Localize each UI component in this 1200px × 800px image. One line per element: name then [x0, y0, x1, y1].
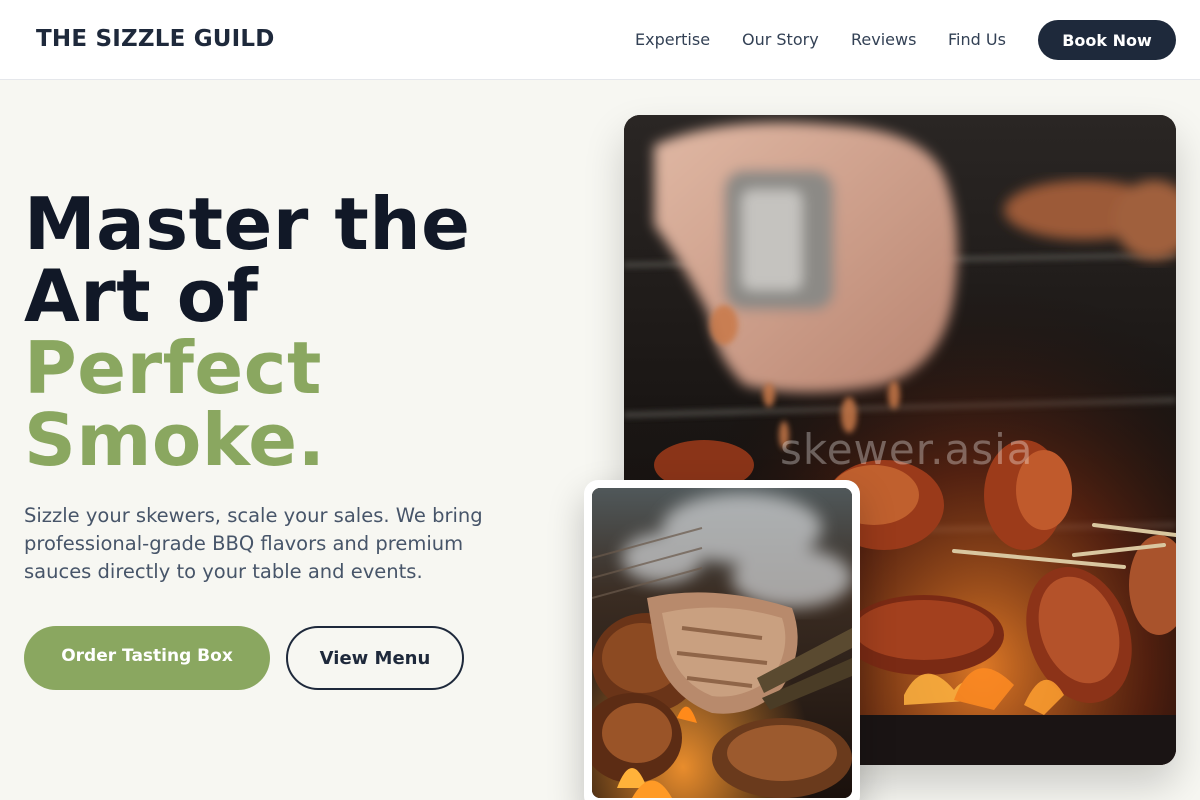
- hero-headline: Master the Art of Perfect Smoke.: [24, 188, 470, 476]
- order-tasting-box-button[interactable]: Order Tasting Box: [24, 626, 270, 690]
- image-watermark: skewer.asia: [780, 425, 1034, 474]
- grilled-steak-photo: [592, 488, 852, 798]
- hero-inset-image: [584, 480, 860, 800]
- nav-link-reviews[interactable]: Reviews: [851, 30, 916, 49]
- site-header: THE SIZZLE GUILD Expertise Our Story Rev…: [0, 0, 1200, 80]
- headline-line-1: Master the: [24, 182, 471, 266]
- inset-image-frame: [592, 488, 852, 798]
- headline-accent-line-1: Perfect: [24, 326, 322, 410]
- hero-subtext: Sizzle your skewers, scale your sales. W…: [24, 504, 483, 583]
- nav-link-our-story[interactable]: Our Story: [742, 30, 819, 49]
- nav-link-expertise[interactable]: Expertise: [635, 30, 710, 49]
- nav-link-find-us[interactable]: Find Us: [948, 30, 1006, 49]
- view-menu-button[interactable]: View Menu: [286, 626, 464, 690]
- brand-logo[interactable]: THE SIZZLE GUILD: [36, 26, 275, 52]
- headline-line-2: Art of: [24, 254, 259, 338]
- headline-accent-line-2: Smoke.: [24, 398, 326, 482]
- book-now-button[interactable]: Book Now: [1038, 20, 1176, 60]
